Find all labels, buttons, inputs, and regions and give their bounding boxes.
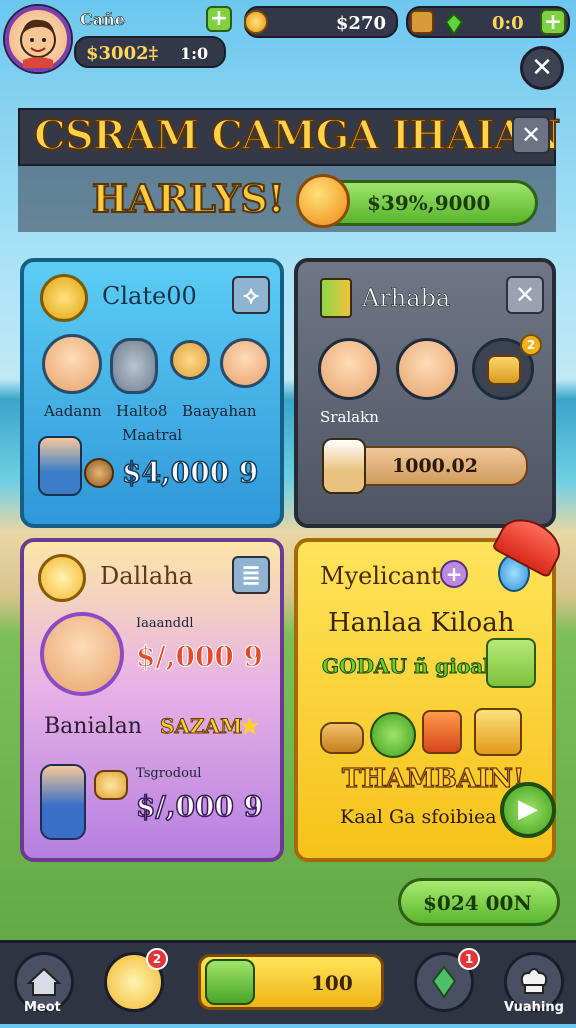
nav-home-label: Meot <box>24 1000 61 1015</box>
close-icon[interactable]: ✕ <box>520 46 564 90</box>
member-name: Halto8 <box>116 402 168 420</box>
gem-counter: 0:0 + <box>406 6 570 38</box>
progress-value: $39%,9000 <box>367 191 491 215</box>
member-avatar[interactable] <box>396 338 458 400</box>
card3-amount2: $/,000 9 <box>135 789 264 824</box>
nav-gem-badge: 1 <box>458 948 480 970</box>
member-avatar[interactable] <box>170 340 210 380</box>
member-avatar[interactable] <box>220 338 270 388</box>
box-icon <box>486 638 536 688</box>
nav-center-value: 100 <box>311 971 353 995</box>
page-subtitle: HARLYS! <box>91 175 286 222</box>
card-arhaba[interactable]: Arhaba ✕ 2 Sralakn 1000.02 <box>294 258 556 528</box>
card-myelicant[interactable]: Myelicant + Hanlaa Kiloah GODAU ñ gioab … <box>294 538 556 862</box>
add-icon[interactable]: + <box>440 560 468 588</box>
card2-label: Sralakn <box>320 408 379 426</box>
add-name-button[interactable]: + <box>206 6 232 32</box>
coin-icon <box>244 10 268 34</box>
chest-icon <box>410 10 434 34</box>
coin-stack-icon <box>94 770 128 800</box>
claim-button[interactable]: $024 00N <box>398 878 560 926</box>
member-avatar[interactable] <box>318 338 380 400</box>
nav-friends-badge: 2 <box>146 948 168 970</box>
nav-center-button[interactable]: 100 <box>198 954 384 1010</box>
play-button[interactable]: ▶ <box>500 782 556 838</box>
card3-small-label: Iaaanddl <box>136 616 194 631</box>
player-avatar[interactable] <box>5 6 71 72</box>
card2-close-icon[interactable]: ✕ <box>506 276 544 314</box>
gnome-icon <box>322 438 366 494</box>
card2-title: Arhaba <box>362 284 451 313</box>
claim-button-label: $024 00N <box>423 891 532 915</box>
card1-title: Clate00 <box>102 282 197 310</box>
card1-extra-label: Maatral <box>122 426 183 444</box>
card1-amount: $4,000 9 <box>121 455 259 490</box>
player-level: 1:0 <box>180 44 209 63</box>
coin-count: $270 <box>335 13 386 34</box>
coin-counter: $270 <box>244 6 398 38</box>
member-avatar[interactable] <box>110 338 158 394</box>
gold-bar-icon <box>487 355 521 385</box>
card-dallaha[interactable]: Dallaha ≣ Iaaanddl $/,000 9 Banialan SAZ… <box>20 538 284 862</box>
member-name: Baayahan <box>182 402 257 420</box>
character-icon <box>40 764 86 840</box>
card2-bar-value: 1000.02 <box>392 455 478 477</box>
smiley-icon <box>38 554 86 602</box>
reward-badge: 2 <box>520 334 542 356</box>
card4-footer: Kaal Ga sfoibiea <box>340 806 497 828</box>
gift-icon <box>422 710 462 754</box>
member-avatar[interactable] <box>42 334 102 394</box>
card4-heading: Hanlaa Kiloah <box>328 608 515 638</box>
player-money-pill: $3002‡ 1:0 <box>74 36 226 68</box>
bread-icon <box>320 722 364 754</box>
apple-icon <box>370 712 416 758</box>
banner-close-icon[interactable]: ✕ <box>512 116 550 154</box>
star-icon: ★ <box>238 712 262 742</box>
gold-bar-icon <box>474 708 522 756</box>
avatar-face-icon <box>20 19 56 68</box>
card1-settings-icon[interactable]: ⟡ <box>232 276 270 314</box>
coin-pile-icon <box>84 458 114 488</box>
fire-orb-icon <box>296 174 350 228</box>
gem-icon <box>444 12 464 36</box>
emblem-icon <box>40 274 88 322</box>
card3-layers-icon[interactable]: ≣ <box>232 556 270 594</box>
card3-small-label2: Tsgrodoul <box>136 766 202 781</box>
add-gems-button[interactable]: + <box>540 9 566 35</box>
character-icon <box>38 436 82 496</box>
nav-chef-label: Vuahing <box>504 1000 564 1015</box>
map-icon <box>205 959 255 1005</box>
card3-row-value: SAZAM <box>159 714 243 739</box>
card4-green-text: GODAU ñ gioab <box>321 654 498 679</box>
card3-amount1: $/,000 9 <box>135 640 264 674</box>
card4-promo: THAMBAIN! <box>341 763 525 794</box>
member-name: Aadann <box>44 402 102 420</box>
card3-row-label: Banialan <box>44 714 142 739</box>
gem-count: 0:0 <box>492 13 524 34</box>
card3-title: Dallaha <box>100 562 193 590</box>
card4-title: Myelicant <box>320 562 441 590</box>
scroll-icon <box>320 278 352 318</box>
player-money: $3002‡ <box>86 43 159 64</box>
featured-avatar[interactable] <box>40 612 124 696</box>
card-clateoo[interactable]: Clate00 ⟡ Aadann Halto8 Baayahan Maatral… <box>20 258 284 528</box>
player-name: Cañe <box>80 10 126 30</box>
page-title: CSRAM CAMGA IHAIAN <box>33 111 561 160</box>
